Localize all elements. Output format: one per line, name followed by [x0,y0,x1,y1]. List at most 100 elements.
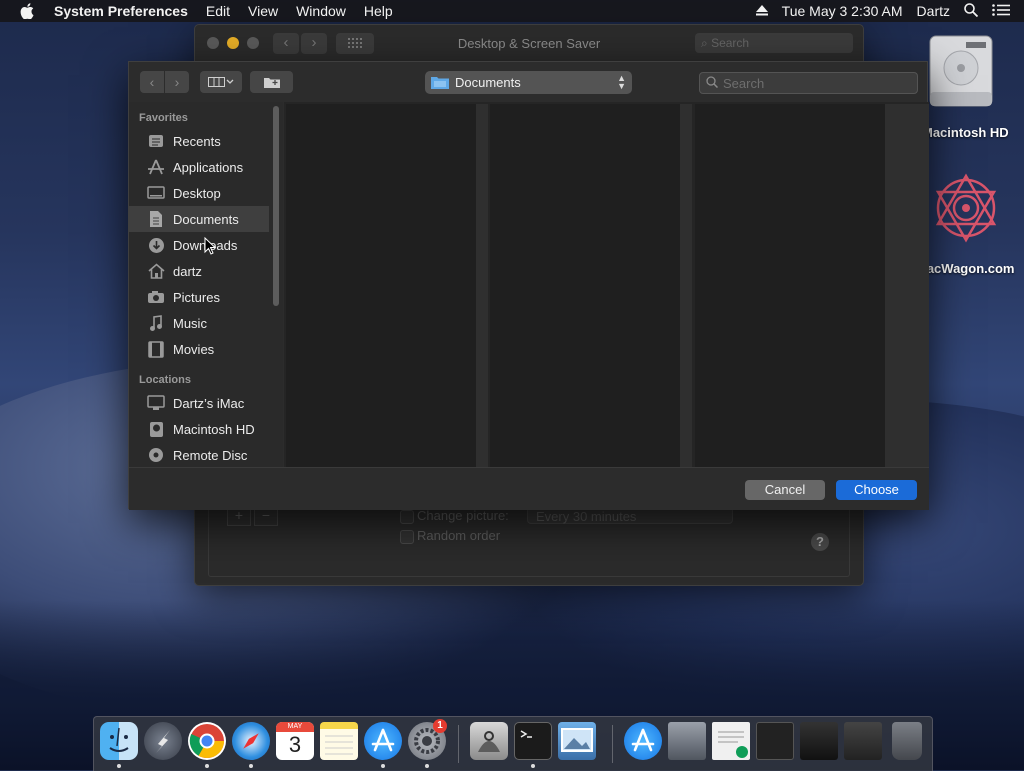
apple-menu-icon[interactable] [20,3,36,19]
sidebar-item-label: Documents [173,211,239,227]
spotlight-icon[interactable] [964,2,979,20]
columns-view-icon [208,77,234,87]
menu-view[interactable]: View [248,3,278,19]
sidebar-item-documents[interactable]: Documents [129,206,269,232]
notes-icon[interactable] [320,722,358,760]
menu-window[interactable]: Window [296,3,346,19]
sidebar-item-label: Applications [173,159,244,175]
dock: MAY 3 1 [93,716,933,771]
desktop-icon-macintosh-hd[interactable]: Macintosh HD [918,30,1009,140]
safari-icon[interactable] [232,722,270,760]
sidebar-item-desktop[interactable]: Desktop [129,180,269,206]
location-popup[interactable]: Documents ▲ ▼ [425,71,632,94]
locations-header: Locations [139,374,191,386]
calendar-icon[interactable]: MAY 3 [276,722,314,760]
pref-search-field[interactable]: ⌕ Search [695,33,853,53]
choose-button[interactable]: Choose [836,480,917,500]
eject-icon[interactable] [755,3,768,19]
clock[interactable]: Tue May 3 2:30 AM [782,3,903,19]
documents-folder-icon [431,77,449,89]
calendar-day: 3 [288,732,302,757]
stack-icon[interactable] [844,722,882,760]
sidebar-item-label: Recents [173,133,221,149]
running-indicator [425,764,429,768]
running-indicator [249,764,253,768]
search-icon: ⌕ [701,36,708,50]
chrome-icon[interactable] [188,722,226,760]
random-order-label: Random order [417,528,501,543]
cancel-button[interactable]: Cancel [745,480,825,500]
view-mode-button[interactable] [200,71,242,93]
sidebar-item-applications[interactable]: Applications [129,154,269,180]
preview-icon[interactable] [558,722,596,760]
window-titlebar: ‹ › Desktop & Screen Saver ⌕ Search [195,25,863,61]
home-icon [147,262,165,280]
sheet-search-placeholder: Search [723,75,765,91]
sidebar-item-remote-disc[interactable]: Remote Disc [129,442,269,467]
new-folder-button[interactable] [250,71,293,93]
user-menu[interactable]: Dartz [917,3,950,19]
sidebar-item-movies[interactable]: Movies [129,336,269,362]
hard-drive-icon [929,35,993,107]
desktop-icon-label: Macintosh HD [922,125,1009,140]
location-label: Documents [455,75,521,90]
popup-arrows-icon: ▲ ▼ [617,73,626,91]
window-icon[interactable] [756,722,794,760]
menu-edit[interactable]: Edit [206,3,230,19]
sidebar-item-macintosh-hd[interactable]: Macintosh HD [129,416,269,442]
sidebar-item-label: Remote Disc [173,447,248,463]
mouse-cursor-icon [204,237,217,255]
menu-help[interactable]: Help [364,3,393,19]
document-icon[interactable] [712,722,750,760]
imac-icon [147,394,165,412]
trash-icon[interactable] [892,722,922,760]
sidebar-item-label: dartz [173,263,202,279]
sidebar-item-recents[interactable]: Recents [129,128,269,154]
sidebar-scrollbar[interactable] [273,106,279,306]
pictures-icon [147,288,165,306]
column-divider[interactable] [680,104,692,467]
sidebar-item-home[interactable]: dartz [129,258,269,284]
new-folder-icon [263,78,280,88]
open-panel-sheet: ‹ › Documents ▲ ▼ Search Favorites Recent… [128,61,929,510]
launchpad-icon[interactable] [144,722,182,760]
random-order-checkbox[interactable] [400,530,414,544]
sidebar-item-downloads[interactable]: Downloads [129,232,269,258]
browser-column[interactable] [286,104,476,467]
app-store-icon[interactable] [364,722,402,760]
sheet-search-field[interactable]: Search [699,72,918,94]
app-store-folder-icon[interactable] [624,722,662,760]
photo-icon[interactable] [668,722,706,760]
change-picture-checkbox[interactable] [400,510,414,524]
sidebar-item-music[interactable]: Music [129,310,269,336]
finder-icon[interactable] [100,722,138,760]
column-divider[interactable] [476,104,488,467]
sheet-forward-button[interactable]: › [165,71,189,93]
column-divider [885,104,929,467]
sidebar-item-pictures[interactable]: Pictures [129,284,269,310]
macwagon-logo-icon [935,173,997,243]
sidebar-item-label: Pictures [173,289,220,305]
column-browser [284,102,929,467]
sidebar-item-label: Music [173,315,207,331]
disk-utility-icon[interactable] [470,722,508,760]
notification-center-icon[interactable] [992,3,1010,19]
sidebar-item-imac[interactable]: Dartz’s iMac [129,390,269,416]
applications-icon [147,158,165,176]
terminal-icon[interactable] [514,722,552,760]
sheet-back-button[interactable]: ‹ [140,71,164,93]
help-button[interactable]: ? [811,533,829,551]
desktop-icon-macwagon[interactable]: MacWagon.com [916,166,1018,278]
menu-bar: System Preferences Edit View Window Help… [0,0,1024,22]
disc-icon [147,446,165,464]
running-indicator [531,764,535,768]
downloads-icon [147,236,165,254]
screenshot-icon[interactable] [800,722,838,760]
browser-column[interactable] [490,104,680,467]
sidebar-item-label: Macintosh HD [173,421,255,437]
search-placeholder: Search [711,36,750,50]
search-icon [706,75,719,91]
browser-column[interactable] [695,104,885,467]
app-menu[interactable]: System Preferences [54,3,188,19]
favorites-header: Favorites [139,112,188,124]
